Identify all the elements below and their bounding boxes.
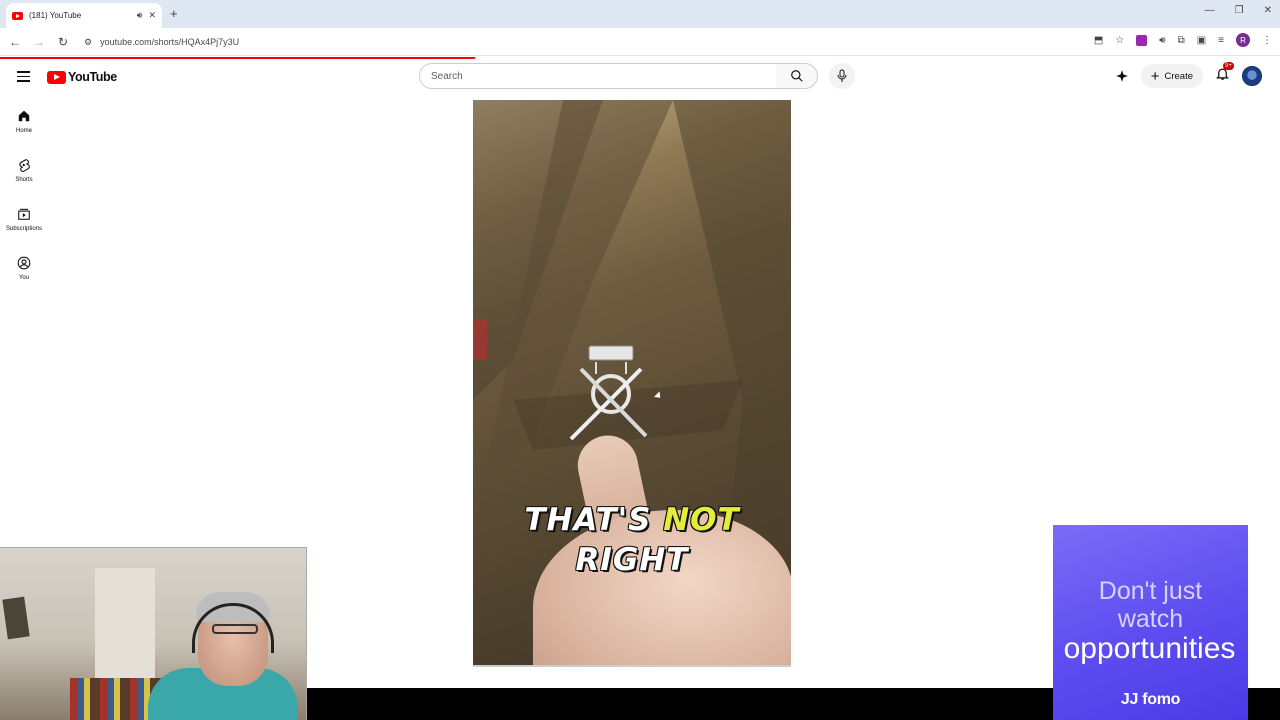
you-icon [17, 256, 31, 270]
caption-line-1: THAT'S NOT [473, 500, 791, 540]
masthead-actions: + Create 9+ [1115, 62, 1262, 88]
bookmark-star-icon[interactable]: ☆ [1115, 35, 1124, 46]
mini-guide: Home Shorts Subscriptions You [0, 105, 48, 301]
extensions-puzzle-icon[interactable]: ⧉ [1178, 35, 1185, 46]
voice-search-button[interactable] [829, 63, 855, 89]
tab-close-icon[interactable]: ✕ [148, 10, 156, 21]
search-button[interactable] [776, 63, 818, 89]
guide-item-home[interactable]: Home [0, 105, 48, 154]
search-icon [790, 70, 803, 82]
restore-button[interactable]: ❐ [1235, 5, 1244, 16]
shorts-video-player[interactable]: THAT'S NOT RIGHT [473, 100, 791, 666]
guide-item-shorts[interactable]: Shorts [0, 154, 48, 203]
youtube-wordmark: YouTube [68, 70, 117, 84]
webcam-background-picture [2, 596, 30, 640]
guide-item-label: You [18, 275, 30, 281]
create-label: Create [1164, 70, 1193, 82]
youtube-play-icon [47, 70, 66, 84]
browser-toolbar: ← → ↻ ⚙ youtube.com/shorts/HQAx4Pj7y3U ⬒… [0, 28, 1280, 56]
account-avatar[interactable] [1242, 66, 1262, 86]
guide-menu-icon[interactable] [17, 71, 30, 85]
ai-sparkle-icon[interactable] [1115, 69, 1129, 83]
ad-line-2: watch [1117, 605, 1184, 633]
window-controls: — ❐ ✕ [1205, 5, 1272, 16]
guide-item-subscriptions[interactable]: Subscriptions [0, 203, 48, 252]
audio-icon[interactable]: 🔊︎ [1159, 35, 1165, 46]
bottom-black-bar-right [1248, 688, 1280, 720]
caption-highlight-word: NOT [663, 502, 740, 538]
guide-item-label: Home [15, 128, 32, 134]
fomo-logo-mark: JJ [1120, 691, 1139, 708]
search-input[interactable]: Search [419, 63, 777, 89]
reload-button[interactable]: ↻ [51, 35, 75, 49]
subscriptions-icon [18, 208, 30, 220]
bottom-black-bar [307, 688, 1053, 720]
shorts-icon [19, 159, 30, 172]
extension-icon[interactable] [1136, 34, 1148, 46]
fomo-ad-banner[interactable]: Don't just watch opportunities JJ fomo [1053, 525, 1248, 720]
install-app-icon[interactable]: ⬒ [1094, 35, 1103, 46]
guide-item-label: Shorts [15, 177, 33, 183]
split-view-icon[interactable]: ▣ [1197, 35, 1206, 46]
url-text: youtube.com/shorts/HQAx4Pj7y3U [100, 37, 240, 47]
home-icon [18, 110, 30, 122]
video-caption: THAT'S NOT RIGHT [473, 500, 791, 580]
notifications-button[interactable]: 9+ [1215, 62, 1234, 86]
browser-toolbar-icons: ⬒ ☆ 🔊︎ ⧉ ▣ ≡ R ⋮ [1094, 33, 1272, 47]
create-button[interactable]: + Create [1140, 64, 1203, 88]
ad-headline: Don't just watch opportunities [1053, 577, 1248, 665]
webcam-overlay [0, 547, 307, 720]
tab-audio-icon[interactable]: 🔊︎ [137, 10, 143, 21]
media-controls-icon[interactable]: ≡ [1218, 35, 1224, 46]
browser-tab-bar: (181) YouTube 🔊︎ ✕ + — ❐ ✕ [0, 0, 1280, 28]
ad-brand-logo: JJ fomo [1053, 691, 1248, 709]
ad-line-1: Don't just [1098, 577, 1203, 605]
minimize-button[interactable]: — [1205, 5, 1215, 16]
youtube-logo[interactable]: YouTube [47, 70, 117, 84]
youtube-masthead: YouTube Search + Create 9+ [0, 59, 1280, 95]
guide-item-you[interactable]: You [0, 252, 48, 301]
ad-line-3: opportunities [1063, 632, 1236, 665]
tab-title: (181) YouTube [29, 11, 82, 20]
back-button[interactable]: ← [3, 35, 27, 49]
video-progress-bar[interactable] [473, 665, 791, 667]
caption-line-2: RIGHT [575, 542, 689, 578]
microphone-icon [837, 69, 847, 82]
close-window-button[interactable]: ✕ [1264, 5, 1272, 16]
caption-word: THAT'S [524, 502, 652, 538]
fomo-brand-name: fomo [1142, 691, 1181, 708]
browser-tab[interactable]: (181) YouTube 🔊︎ ✕ [6, 3, 162, 28]
browser-menu-icon[interactable]: ⋮ [1262, 35, 1272, 46]
marksmanship-badge-image [569, 345, 648, 441]
youtube-favicon-icon [12, 11, 23, 20]
profile-avatar[interactable]: R [1236, 33, 1250, 47]
guide-item-label: Subscriptions [5, 226, 43, 232]
site-info-icon[interactable]: ⚙ [84, 37, 92, 48]
new-tab-button[interactable]: + [170, 6, 178, 21]
notifications-badge: 9+ [1223, 62, 1234, 70]
plus-icon: + [1150, 67, 1160, 85]
address-bar[interactable]: ⚙ youtube.com/shorts/HQAx4Pj7y3U [80, 31, 1030, 53]
forward-button[interactable]: → [27, 35, 51, 49]
